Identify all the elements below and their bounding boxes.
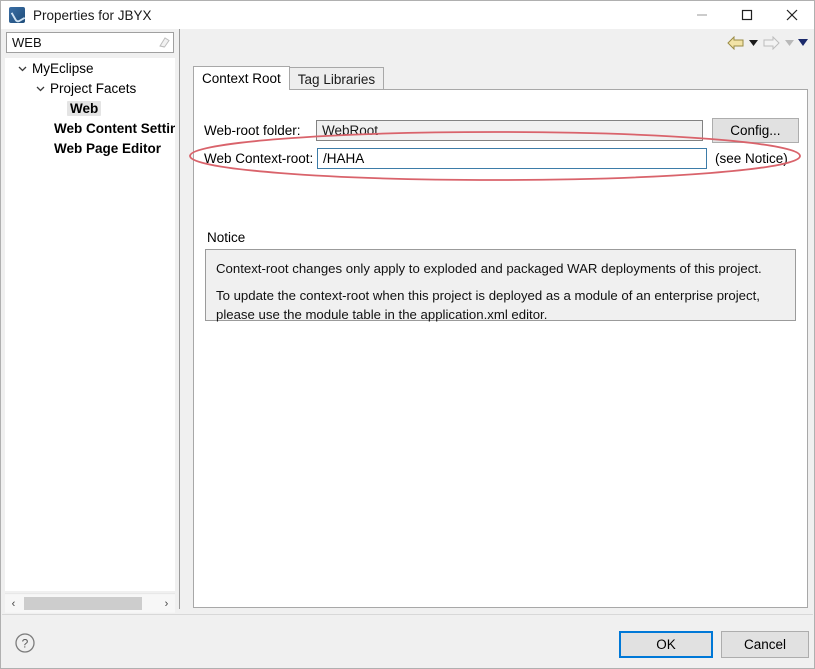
tree-item-web[interactable]: Web [5,98,175,118]
tab-panel-context-root: Web-root folder: WebRoot Config... Web C… [193,89,808,608]
content-pane: Context Root Tag Libraries Web-root fold… [193,31,810,609]
scroll-right-button[interactable]: › [158,595,175,612]
tree-item-web-page-editor[interactable]: Web Page Editor [5,138,175,158]
window-title: Properties for JBYX [33,7,152,23]
maximize-button[interactable] [724,1,769,29]
tree-item-label: Web Page Editor [54,140,162,156]
notice-spacer [216,278,785,286]
tree-item-project-facets[interactable]: Project Facets [5,78,175,98]
pane-divider[interactable] [179,29,180,609]
web-context-root-input[interactable]: /HAHA [317,148,707,169]
notice-line: please use the module table in the appli… [216,307,548,322]
notice-line: To update the context-root when this pro… [216,288,760,303]
tab-label: Context Root [202,71,281,86]
chevron-down-icon[interactable] [796,33,810,53]
svg-text:?: ? [22,637,29,651]
notice-title: Notice [207,230,246,245]
tree-item-web-content-settings[interactable]: Web Content Settings [5,118,175,138]
tree-item-label: Project Facets [50,80,137,96]
tab-context-root[interactable]: Context Root [193,66,290,90]
scrollbar-thumb[interactable] [24,597,142,610]
tab-label: Tag Libraries [297,71,376,87]
ok-button[interactable]: OK [619,631,713,658]
close-button[interactable] [769,1,814,29]
web-context-root-row: Web Context-root: /HAHA (see Notice) [204,148,799,169]
scrollbar-track[interactable] [22,595,158,612]
tree-item-label: Web [67,100,102,116]
cancel-button[interactable]: Cancel [721,631,809,658]
footer-divider [2,614,813,615]
properties-dialog: Properties for JBYX WEB MyEclipse Projec… [0,0,815,669]
tree-item-label: MyEclipse [32,60,94,76]
title-bar: Properties for JBYX [1,1,814,29]
arrow-right-icon [760,33,782,53]
settings-tree[interactable]: MyEclipse Project Facets Web Web Content… [5,58,175,591]
filter-input[interactable]: WEB [6,32,174,53]
arrow-left-icon[interactable] [724,33,746,53]
chevron-down-icon[interactable] [746,33,760,53]
web-context-root-label: Web Context-root: [204,151,314,166]
notice-box: Context-root changes only apply to explo… [205,249,796,322]
myeclipse-icon [9,7,25,23]
notice-line: Context-root changes only apply to explo… [216,261,762,276]
chevron-down-icon[interactable] [33,78,47,98]
filter-input-value: WEB [12,35,42,50]
tab-tag-libraries[interactable]: Tag Libraries [288,67,385,90]
navigation-toolbar [724,31,810,55]
see-notice-label: (see Notice) [715,151,788,166]
tree-item-myeclipse[interactable]: MyEclipse [5,58,175,78]
sidebar-horizontal-scrollbar[interactable]: ‹ › [5,593,175,613]
webroot-folder-row: Web-root folder: WebRoot Config... [204,118,799,143]
clear-icon[interactable] [155,33,173,52]
tab-strip: Context Root Tag Libraries [193,66,810,90]
minimize-button[interactable] [679,1,724,29]
webroot-folder-field: WebRoot [316,120,703,141]
config-button[interactable]: Config... [711,118,799,143]
scroll-left-button[interactable]: ‹ [5,595,22,612]
webroot-folder-label: Web-root folder: [204,123,301,138]
chevron-down-icon[interactable] [15,58,29,78]
chevron-down-icon [782,33,796,53]
tree-item-label: Web Content Settings [54,120,175,136]
help-icon[interactable]: ? [14,632,36,654]
window-controls [679,1,814,29]
